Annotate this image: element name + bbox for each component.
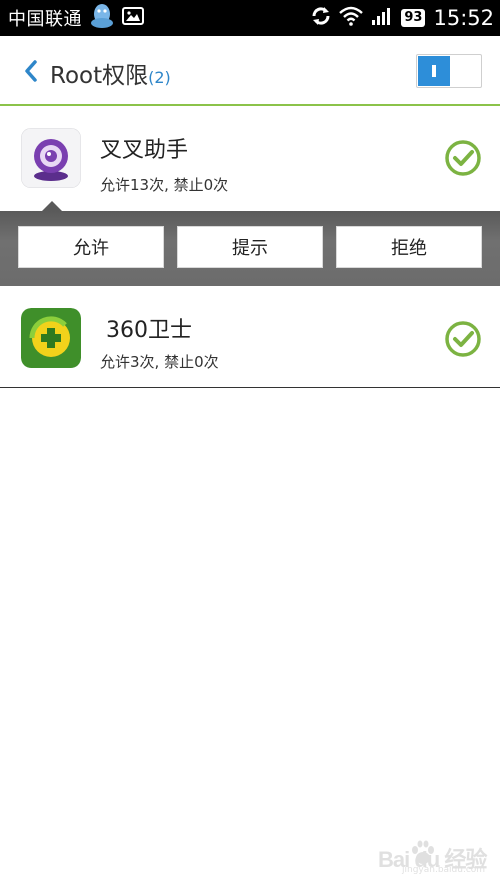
status-bar-right: 93 15:52: [311, 0, 494, 36]
baidu-jingyan-watermark: Bai du 经验 jingyan.baidu.com: [352, 832, 492, 880]
back-button[interactable]: [14, 52, 48, 90]
title-bar: Root权限(2): [0, 36, 500, 106]
signal-icon: [371, 6, 393, 30]
status-bar-left: 中国联通: [8, 0, 144, 36]
allow-button[interactable]: 允许: [18, 226, 164, 268]
battery-level: 93: [401, 9, 426, 27]
check-circle-icon: [445, 140, 481, 176]
page-title: Root权限(2): [50, 56, 171, 90]
permission-action-panel: 允许 提示 拒绝: [0, 211, 500, 286]
deny-button[interactable]: 拒绝: [336, 226, 482, 268]
app-permission-stats: 允许3次, 禁止0次: [100, 353, 219, 371]
app-list-item[interactable]: 360卫士 允许3次, 禁止0次: [0, 286, 500, 388]
toggle-knob: [418, 56, 450, 86]
qq-icon: [90, 3, 114, 33]
sync-icon: [311, 6, 331, 30]
root-app-count: (2): [148, 68, 171, 87]
carrier-name: 中国联通: [8, 9, 82, 30]
check-circle-icon: [445, 321, 481, 357]
clock: 15:52: [433, 6, 494, 30]
page-title-text: Root权限: [50, 63, 149, 89]
app-name: 360卫士: [106, 318, 192, 343]
status-bar: 中国联通 93 15:52: [0, 0, 500, 36]
app-permission-stats: 允许13次, 禁止0次: [100, 176, 229, 194]
360-security-icon: [21, 308, 81, 368]
root-toggle-switch[interactable]: [416, 54, 482, 88]
app-list-item[interactable]: 叉叉助手 允许13次, 禁止0次: [0, 106, 500, 212]
watermark-url: jingyan.baidu.com: [402, 865, 486, 875]
app-name: 叉叉助手: [100, 138, 189, 163]
prompt-button[interactable]: 提示: [177, 226, 323, 268]
image-notification-icon: [122, 7, 144, 29]
wifi-icon: [339, 6, 364, 30]
xx-assistant-icon: [21, 128, 81, 188]
chevron-left-icon: [25, 60, 37, 82]
